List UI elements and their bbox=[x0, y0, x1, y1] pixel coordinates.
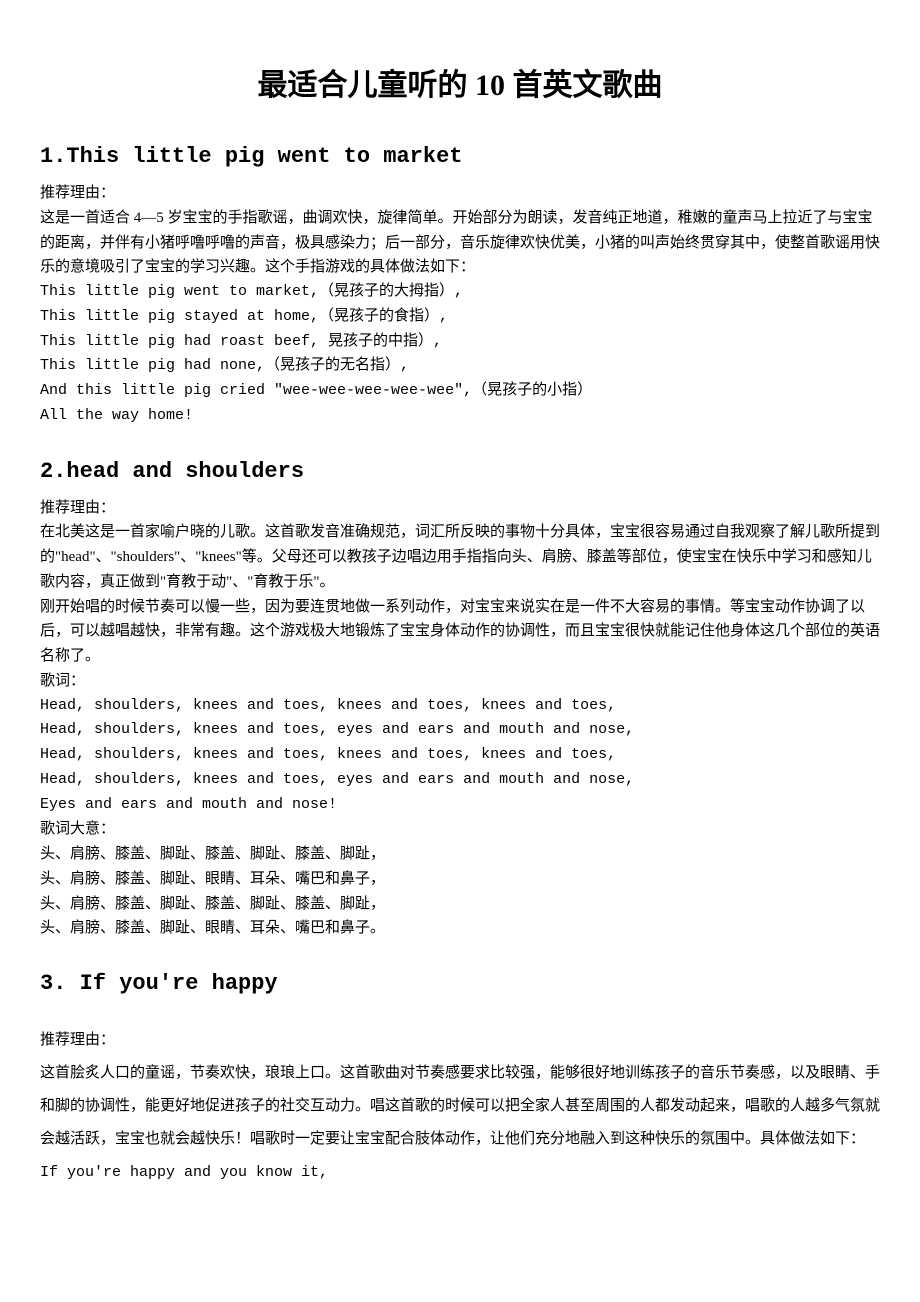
section-3-intro: 这首脍炙人口的童谣，节奏欢快，琅琅上口。这首歌曲对节奏感要求比较强，能够很好地训… bbox=[40, 1057, 880, 1156]
lyric-line: And this little pig cried "wee-wee-wee-w… bbox=[40, 379, 880, 404]
section-3-body: 推荐理由： 这首脍炙人口的童谣，节奏欢快，琅琅上口。这首歌曲对节奏感要求比较强，… bbox=[40, 1024, 880, 1189]
lyric-line: This little pig had none,（晃孩子的无名指）, bbox=[40, 354, 880, 379]
lyric-line: This little pig stayed at home,（晃孩子的食指）, bbox=[40, 305, 880, 330]
section-3-heading: 3. If you're happy bbox=[40, 971, 880, 996]
lyric-line: Head, shoulders, knees and toes, knees a… bbox=[40, 694, 880, 719]
section-2-heading: 2.head and shoulders bbox=[40, 459, 880, 484]
lyric-line: Head, shoulders, knees and toes, knees a… bbox=[40, 743, 880, 768]
section-2-intro-1: 在北美这是一首家喻户晓的儿歌。这首歌发音准确规范，词汇所反映的事物十分具体，宝宝… bbox=[40, 520, 880, 594]
lyric-line: This little pig had roast beef, 晃孩子的中指）, bbox=[40, 330, 880, 355]
recommend-label: 推荐理由： bbox=[40, 181, 880, 206]
lyrics-label: 歌词： bbox=[40, 669, 880, 694]
lyric-line: This little pig went to market,（晃孩子的大拇指）… bbox=[40, 280, 880, 305]
meaning-line: 头、肩膀、膝盖、脚趾、膝盖、脚趾、膝盖、脚趾， bbox=[40, 842, 880, 867]
section-1-body: 推荐理由： 这是一首适合 4—5 岁宝宝的手指歌谣，曲调欢快，旋律简单。开始部分… bbox=[40, 181, 880, 429]
recommend-label: 推荐理由： bbox=[40, 1024, 880, 1057]
meaning-line: 头、肩膀、膝盖、脚趾、眼睛、耳朵、嘴巴和鼻子， bbox=[40, 867, 880, 892]
lyric-line: All the way home! bbox=[40, 404, 880, 429]
lyric-line: Eyes and ears and mouth and nose! bbox=[40, 793, 880, 818]
meaning-label: 歌词大意： bbox=[40, 817, 880, 842]
lyric-line: Head, shoulders, knees and toes, eyes an… bbox=[40, 768, 880, 793]
recommend-label: 推荐理由： bbox=[40, 496, 880, 521]
section-2-intro-2: 刚开始唱的时候节奏可以慢一些，因为要连贯地做一系列动作，对宝宝来说实在是一件不大… bbox=[40, 595, 880, 669]
page-title: 最适合儿童听的 10 首英文歌曲 bbox=[40, 60, 880, 104]
meaning-line: 头、肩膀、膝盖、脚趾、膝盖、脚趾、膝盖、脚趾， bbox=[40, 892, 880, 917]
lyric-line: If you're happy and you know it, bbox=[40, 1156, 880, 1189]
section-2-body: 推荐理由： 在北美这是一首家喻户晓的儿歌。这首歌发音准确规范，词汇所反映的事物十… bbox=[40, 496, 880, 942]
section-1-heading: 1.This little pig went to market bbox=[40, 144, 880, 169]
meaning-line: 头、肩膀、膝盖、脚趾、眼睛、耳朵、嘴巴和鼻子。 bbox=[40, 916, 880, 941]
section-1-intro: 这是一首适合 4—5 岁宝宝的手指歌谣，曲调欢快，旋律简单。开始部分为朗读，发音… bbox=[40, 206, 880, 280]
lyric-line: Head, shoulders, knees and toes, eyes an… bbox=[40, 718, 880, 743]
